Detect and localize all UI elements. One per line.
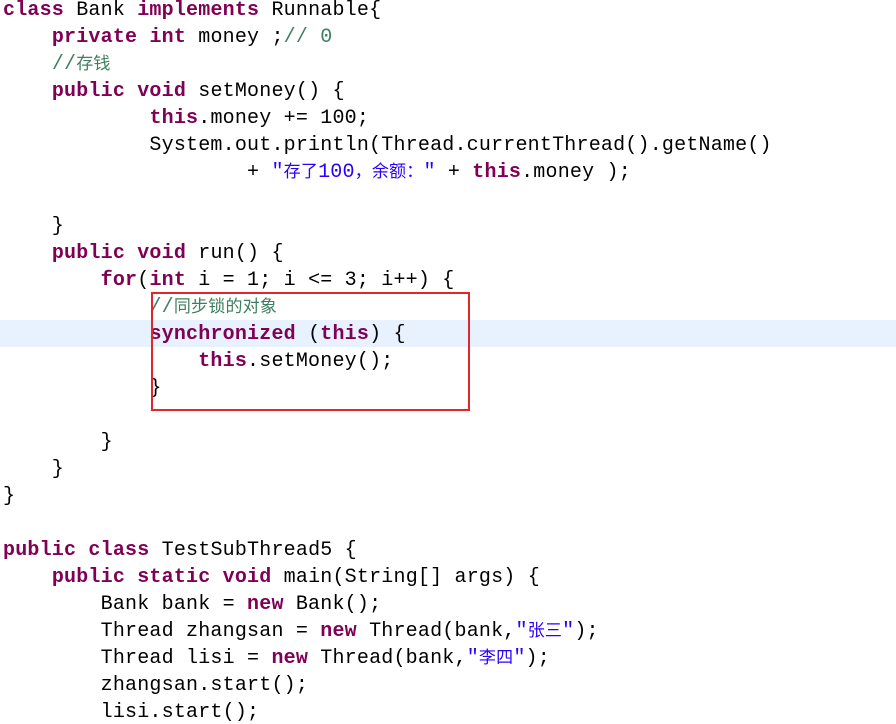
code-line[interactable]: } — [3, 429, 113, 456]
keyword-token: implements — [137, 0, 260, 22]
keyword-token: class — [88, 539, 150, 562]
code-line[interactable]: } — [3, 483, 15, 510]
keyword-token: new — [271, 647, 309, 670]
code-line[interactable]: //存钱 — [3, 51, 111, 78]
code-line[interactable]: Thread zhangsan = new Thread(bank,"张三"); — [3, 618, 599, 645]
keyword-token: class — [3, 0, 65, 22]
code-token: Bank — [64, 0, 138, 22]
code-token: ); — [525, 647, 550, 670]
code-line[interactable]: System.out.println(Thread.currentThread(… — [3, 132, 772, 159]
code-token: Bank bank = — [3, 593, 248, 616]
keyword-token: new — [320, 620, 357, 643]
code-line[interactable]: public class TestSubThread5 { — [3, 537, 357, 564]
code-line[interactable]: this.money += 100; — [3, 105, 369, 132]
code-token: + — [3, 161, 272, 184]
code-token: ( — [137, 269, 150, 292]
code-token: main(String[] args) { — [271, 566, 540, 589]
string-token: "存了100，余额：" — [271, 161, 436, 184]
keyword-token: private — [51, 26, 138, 49]
code-token: setMoney() { — [186, 80, 345, 103]
keyword-token: public — [3, 539, 77, 562]
code-token: System.out.println(Thread.currentThread(… — [3, 134, 772, 157]
code-token: Thread(bank, — [356, 620, 516, 643]
code-line[interactable]: lisi.start(); — [3, 699, 259, 724]
code-line[interactable]: zhangsan.start(); — [3, 672, 308, 699]
code-token: } — [3, 215, 65, 238]
code-line[interactable]: public void run() { — [3, 240, 284, 267]
code-line[interactable]: class Bank implements Runnable{ — [3, 0, 381, 24]
keyword-token: public — [51, 566, 126, 589]
code-token: .money ); — [521, 161, 631, 184]
code-line[interactable]: private int money ;// 0 — [3, 24, 332, 51]
code-token: } — [3, 485, 16, 508]
code-line[interactable]: } — [3, 375, 162, 402]
keyword-token: void — [137, 242, 187, 265]
code-token: zhangsan.start(); — [3, 674, 309, 697]
code-editor[interactable]: class Bank implements Runnable{ private … — [0, 0, 896, 724]
string-token: "张三" — [515, 620, 575, 643]
code-line[interactable]: } — [3, 213, 64, 240]
keyword-token: void — [222, 566, 272, 589]
code-token: money ; — [186, 26, 284, 49]
keyword-token: this — [472, 161, 522, 184]
code-token: Thread(bank, — [308, 647, 467, 670]
code-token: ); — [574, 620, 599, 643]
code-token: TestSubThread5 { — [149, 539, 357, 562]
keyword-token: void — [137, 80, 187, 103]
code-token: lisi.start(); — [3, 701, 260, 724]
keyword-token: new — [247, 593, 284, 616]
code-token: } — [3, 458, 65, 481]
code-token: + — [435, 161, 473, 184]
code-token: Thread zhangsan = — [3, 620, 321, 643]
code-token: Thread lisi = — [3, 647, 272, 670]
synchronized-block-annotation-box — [151, 292, 470, 411]
comment-token: //存钱 — [51, 53, 111, 76]
code-line[interactable]: Bank bank = new Bank(); — [3, 591, 381, 618]
string-token: "李四" — [466, 647, 526, 670]
comment-token: // 0 — [283, 26, 333, 49]
code-token: run() { — [186, 242, 284, 265]
code-token: } — [3, 377, 162, 400]
code-line[interactable]: } — [3, 456, 64, 483]
code-line[interactable]: + "存了100，余额：" + this.money ); — [3, 159, 631, 186]
keyword-token: this — [149, 107, 199, 130]
code-token: } — [3, 431, 113, 454]
keyword-token: public — [51, 80, 126, 103]
code-line[interactable]: public void setMoney() { — [3, 78, 345, 105]
code-line[interactable]: for(int i = 1; i <= 3; i++) { — [3, 267, 455, 294]
keyword-token: public — [51, 242, 126, 265]
code-token: i = 1; i <= 3; i++) { — [186, 269, 455, 292]
code-token: Runnable{ — [259, 0, 382, 22]
keyword-token: int — [149, 269, 187, 292]
code-token: .money += 100; — [198, 107, 370, 130]
keyword-token: static — [137, 566, 211, 589]
keyword-token: int — [149, 26, 187, 49]
keyword-token: for — [100, 269, 138, 292]
code-line[interactable]: public static void main(String[] args) { — [3, 564, 540, 591]
code-token: Bank(); — [283, 593, 382, 616]
code-line[interactable]: Thread lisi = new Thread(bank,"李四"); — [3, 645, 550, 672]
